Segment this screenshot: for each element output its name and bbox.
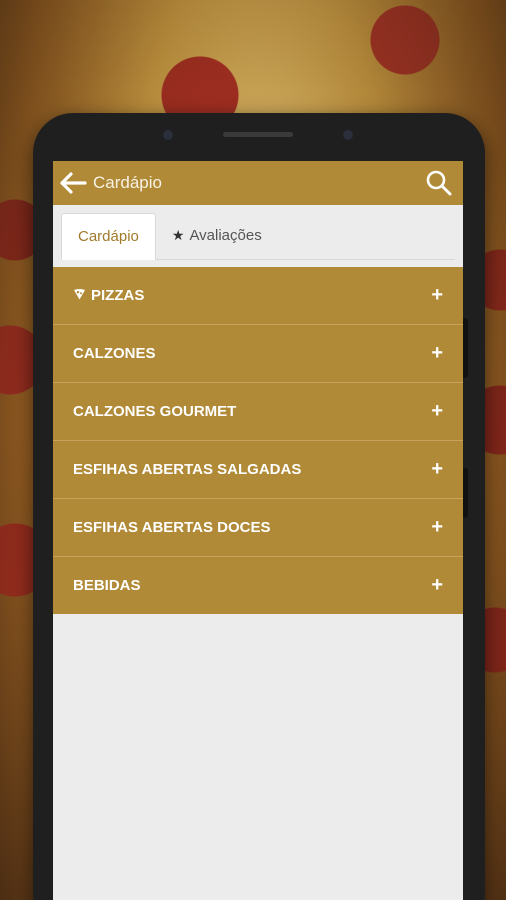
tab-bar: Cardápio ★ Avaliações: [53, 205, 463, 267]
tab-label: Avaliações: [189, 227, 262, 244]
expand-plus-icon[interactable]: +: [431, 574, 443, 597]
star-icon: ★: [171, 227, 185, 243]
category-label-wrap: PIZZAS: [73, 287, 144, 304]
pizza-slice-icon: [74, 289, 85, 300]
front-sensor: [163, 130, 173, 140]
back-button[interactable]: [53, 161, 93, 205]
earpiece-speaker: [223, 132, 293, 137]
category-label: ESFIHAS ABERTAS DOCES: [73, 519, 271, 536]
category-calzones[interactable]: CALZONES +: [53, 325, 463, 383]
category-esfihas-doces[interactable]: ESFIHAS ABERTAS DOCES +: [53, 499, 463, 557]
page-title: Cardápio: [93, 173, 162, 192]
category-label: BEBIDAS: [73, 577, 141, 594]
tab-avaliacoes[interactable]: ★ Avaliações: [156, 213, 278, 258]
category-label: CALZONES: [73, 345, 156, 362]
category-label: CALZONES GOURMET: [73, 403, 237, 420]
category-bebidas[interactable]: BEBIDAS +: [53, 557, 463, 614]
app-screen: Cardápio Cardápio ★ Avaliações PIZZAS + …: [53, 161, 463, 900]
expand-plus-icon[interactable]: +: [431, 342, 443, 365]
search-button[interactable]: [423, 167, 455, 199]
tabs: Cardápio ★ Avaliações: [61, 213, 455, 260]
empty-content-area: [53, 614, 463, 734]
search-icon: [426, 170, 452, 196]
category-calzones-gourmet[interactable]: CALZONES GOURMET +: [53, 383, 463, 441]
back-arrow-icon: [60, 172, 87, 194]
expand-plus-icon[interactable]: +: [431, 516, 443, 539]
category-label: PIZZAS: [91, 287, 145, 304]
category-list: PIZZAS + CALZONES + CALZONES GOURMET + E…: [53, 267, 463, 614]
background-pizza-photo: Cardápio Cardápio ★ Avaliações PIZZAS + …: [0, 0, 506, 900]
tab-label: Cardápio: [78, 228, 139, 245]
expand-plus-icon[interactable]: +: [431, 458, 443, 481]
front-camera: [343, 130, 353, 140]
phone-frame: Cardápio Cardápio ★ Avaliações PIZZAS + …: [33, 113, 485, 900]
app-toolbar: Cardápio: [53, 161, 463, 205]
category-pizzas[interactable]: PIZZAS +: [53, 267, 463, 325]
tab-cardapio[interactable]: Cardápio: [61, 213, 156, 260]
expand-plus-icon[interactable]: +: [431, 284, 443, 307]
category-label: ESFIHAS ABERTAS SALGADAS: [73, 461, 302, 478]
category-esfihas-salgadas[interactable]: ESFIHAS ABERTAS SALGADAS +: [53, 441, 463, 499]
expand-plus-icon[interactable]: +: [431, 400, 443, 423]
